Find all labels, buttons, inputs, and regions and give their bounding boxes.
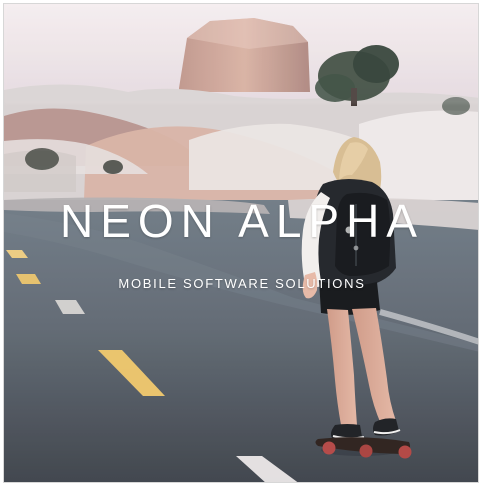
hero-photo-frame: NEON ALPHA MOBILE SOFTWARE SOLUTIONS <box>3 3 479 483</box>
brand-subtitle: MOBILE SOFTWARE SOLUTIONS <box>118 276 366 291</box>
brand-title: NEON ALPHA <box>60 195 424 247</box>
